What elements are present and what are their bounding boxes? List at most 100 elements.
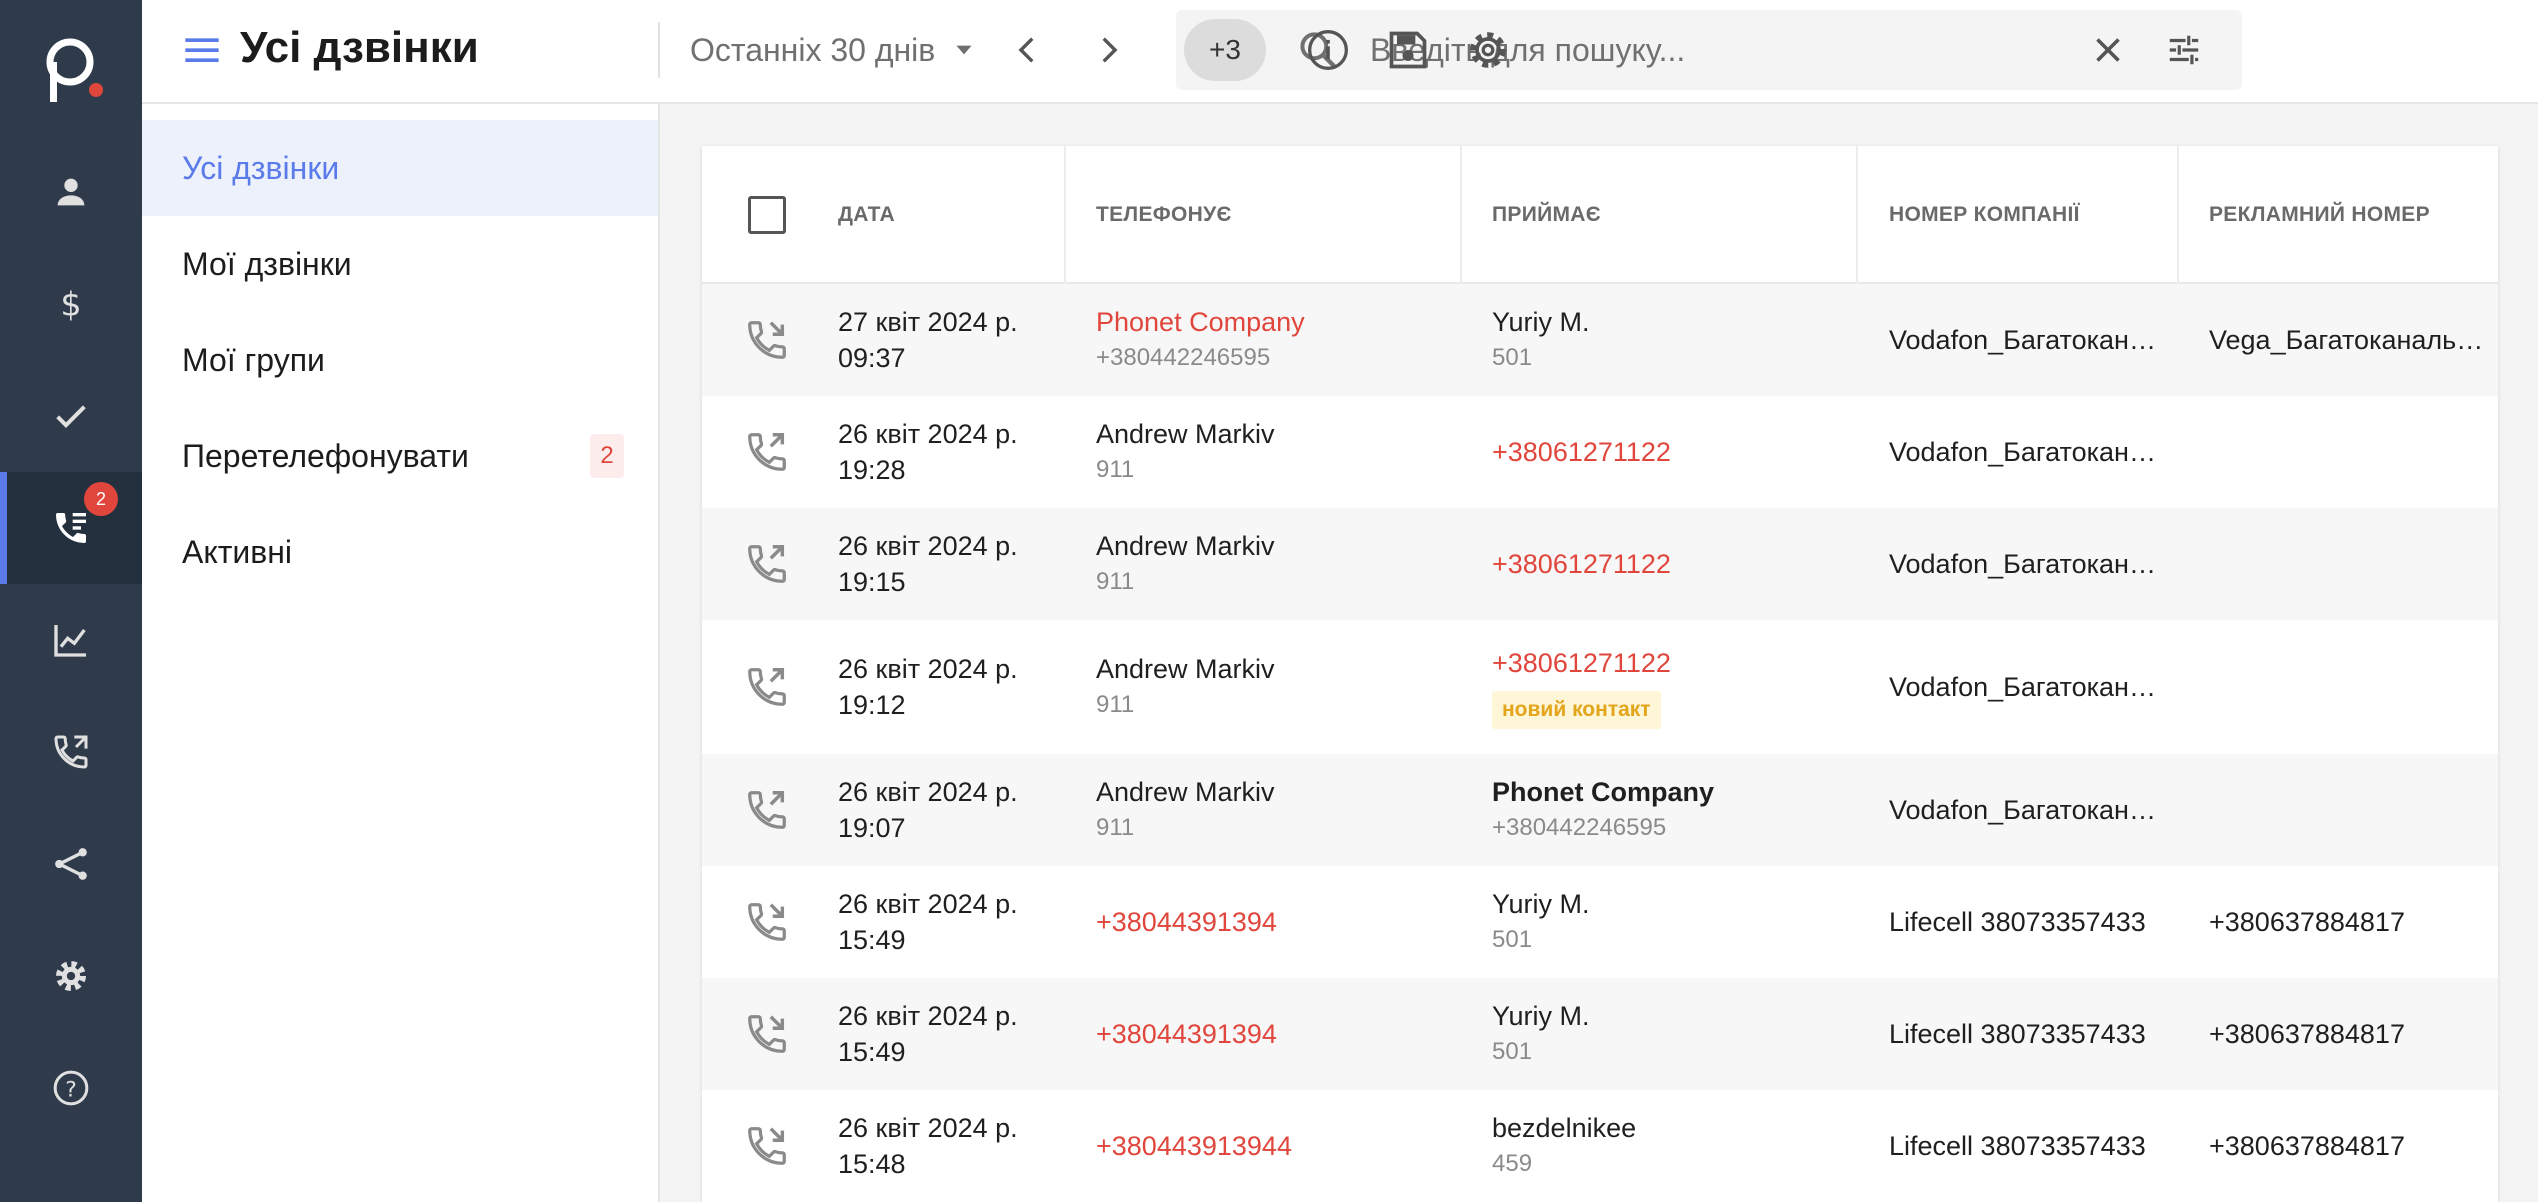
column-header-receiver[interactable]: ПРИЙМАЄ [1492, 146, 1601, 284]
table-row[interactable]: 26 квіт 2024 р. 15:48 +380443913944 bezde… [702, 1090, 2498, 1202]
call-receiver: bezdelnikee 459 [1492, 1110, 1862, 1182]
table-row[interactable]: 26 квіт 2024 р. 19:12 Andrew Markiv 911 +3… [702, 620, 2498, 754]
time-text: 15:49 [838, 1037, 906, 1067]
calls-subnav: Усі дзвінки Мої дзвінки Мої групи Перете… [142, 104, 660, 1202]
column-header-caller[interactable]: ТЕЛЕФОНУЄ [1096, 146, 1232, 284]
svg-text:$: $ [60, 285, 81, 324]
caller-name[interactable]: Phonet Company [1096, 304, 1466, 340]
subnav-my-groups[interactable]: Мої групи [142, 312, 658, 408]
subnav-item-label: Перетелефонувати [182, 437, 469, 474]
time-text: 15:48 [838, 1149, 906, 1179]
rail-deals[interactable]: $ [0, 248, 142, 360]
rail-help[interactable]: ? [0, 1032, 142, 1144]
receiver-name: Yuriy M. [1492, 307, 1590, 337]
info-button[interactable] [1304, 26, 1352, 74]
subnav-callback[interactable]: Перетелефонувати 2 [142, 408, 658, 504]
hamburger-icon [185, 38, 219, 62]
save-button[interactable] [1384, 26, 1432, 74]
time-text: 19:07 [838, 813, 906, 843]
column-header-ad-number[interactable]: РЕКЛАМНИЙ НОМЕР [2209, 146, 2430, 284]
share-icon [55, 848, 87, 880]
active-filters-chip[interactable]: +3 [1184, 19, 1266, 81]
date-text: 26 квіт 2024 р. [838, 777, 1018, 807]
call-receiver: Yuriy M. 501 [1492, 886, 1862, 958]
rail-analytics[interactable] [0, 584, 142, 696]
subnav-my-calls[interactable]: Мої дзвінки [142, 216, 658, 312]
rail-routing[interactable] [0, 696, 142, 808]
menu-button[interactable] [180, 28, 224, 72]
rail-tasks[interactable] [0, 360, 142, 472]
receiver-number[interactable]: +38061271122 [1492, 645, 1862, 681]
table-row[interactable]: 26 квіт 2024 р. 19:28 Andrew Markiv 911 +3… [702, 396, 2498, 508]
receiver-name[interactable]: Phonet Company [1492, 774, 1862, 810]
receiver-name: Yuriy M. [1492, 1001, 1590, 1031]
column-header-company-number[interactable]: НОМЕР КОМПАНІЇ [1889, 146, 2080, 284]
column-header-date[interactable]: ДАТА [838, 146, 895, 284]
chart-icon [54, 625, 86, 657]
app-logo[interactable] [36, 28, 108, 108]
period-prev-button[interactable] [1004, 26, 1052, 74]
ad-number: +380637884817 [2209, 907, 2405, 937]
receiver-number[interactable]: +38061271122 [1492, 546, 1862, 582]
caller-number[interactable]: +38044391394 [1096, 904, 1466, 940]
calls-badge: 2 [84, 482, 118, 516]
call-receiver: +38061271122 [1492, 546, 1862, 582]
call-date: 26 квіт 2024 р. 15:48 [838, 1110, 1068, 1182]
caret-down-icon [956, 45, 972, 55]
phone-list-icon [56, 513, 86, 543]
caller-name: Andrew Markiv [1096, 654, 1275, 684]
date-text: 27 квіт 2024 р. [838, 307, 1018, 337]
receiver-number: +380442246595 [1492, 814, 1667, 841]
table-header: ДАТА ТЕЛЕФОНУЄ ПРИЙМАЄ НОМЕР КОМПАНІЇ РЕ… [702, 146, 2498, 284]
dollar-icon: $ [60, 285, 81, 324]
table-row[interactable]: 26 квіт 2024 р. 19:15 Andrew Markiv 911 +3… [702, 508, 2498, 620]
close-icon [2096, 38, 2120, 62]
incoming-call-icon [748, 903, 786, 941]
person-icon [57, 178, 85, 206]
time-text: 09:37 [838, 343, 906, 373]
call-date: 27 квіт 2024 р. 09:37 [838, 304, 1068, 376]
period-next-button[interactable] [1084, 26, 1132, 74]
rail-contacts[interactable] [0, 136, 142, 248]
subnav-item-label: Усі дзвінки [182, 149, 340, 186]
table-row[interactable]: 27 квіт 2024 р. 09:37 Phonet Company +3804… [702, 284, 2498, 396]
filters-button[interactable] [2162, 28, 2206, 72]
caller-name: Andrew Markiv [1096, 777, 1275, 807]
clear-search-button[interactable] [2086, 28, 2130, 72]
rail-settings[interactable] [0, 920, 142, 1032]
caller-extension: 911 [1096, 814, 1135, 841]
subnav-active[interactable]: Активні [142, 504, 658, 600]
period-label: Останніх 30 днів [690, 31, 936, 68]
receiver-name: bezdelnikee [1492, 1113, 1637, 1143]
caller-number[interactable]: +38044391394 [1096, 1016, 1466, 1052]
table-row[interactable]: 26 квіт 2024 р. 19:07 Andrew Markiv 911 Ph… [702, 754, 2498, 866]
incoming-call-icon [748, 1127, 786, 1165]
company-number: Vodafon_Багатокан… [1889, 325, 2156, 355]
ad-number: +380637884817 [2209, 1131, 2405, 1161]
column-divider [1460, 146, 1462, 284]
period-select[interactable]: Останніх 30 днів [690, 24, 977, 76]
select-all-checkbox[interactable] [748, 196, 786, 234]
ad-number: +380637884817 [2209, 1019, 2405, 1049]
time-text: 19:28 [838, 455, 906, 485]
rail-integrations[interactable] [0, 808, 142, 920]
date-text: 26 квіт 2024 р. [838, 1001, 1018, 1031]
caller-extension: 911 [1096, 568, 1135, 595]
subnav-all-calls[interactable]: Усі дзвінки [142, 120, 658, 216]
date-text: 26 квіт 2024 р. [838, 654, 1018, 684]
caller-number[interactable]: +380443913944 [1096, 1128, 1466, 1164]
receiver-number[interactable]: +38061271122 [1492, 434, 1862, 470]
time-text: 19:12 [838, 690, 906, 720]
receiver-extension: 459 [1492, 1150, 1533, 1177]
settings-button[interactable] [1464, 26, 1512, 74]
table-row[interactable]: 26 квіт 2024 р. 15:49 +38044391394 Yuriy … [702, 866, 2498, 978]
call-date: 26 квіт 2024 р. 19:15 [838, 528, 1068, 600]
table-row[interactable]: 26 квіт 2024 р. 15:49 +38044391394 Yuriy … [702, 978, 2498, 1090]
rail-calls[interactable]: 2 [0, 472, 142, 584]
company-number: Vodafon_Багатокан… [1889, 795, 2156, 825]
call-caller: Andrew Markiv 911 [1096, 774, 1466, 846]
incoming-call-icon [748, 321, 786, 359]
ad-number: Vega_Багатоканаль… [2209, 325, 2484, 355]
column-divider [2177, 146, 2179, 284]
receiver-name: Yuriy M. [1492, 889, 1590, 919]
